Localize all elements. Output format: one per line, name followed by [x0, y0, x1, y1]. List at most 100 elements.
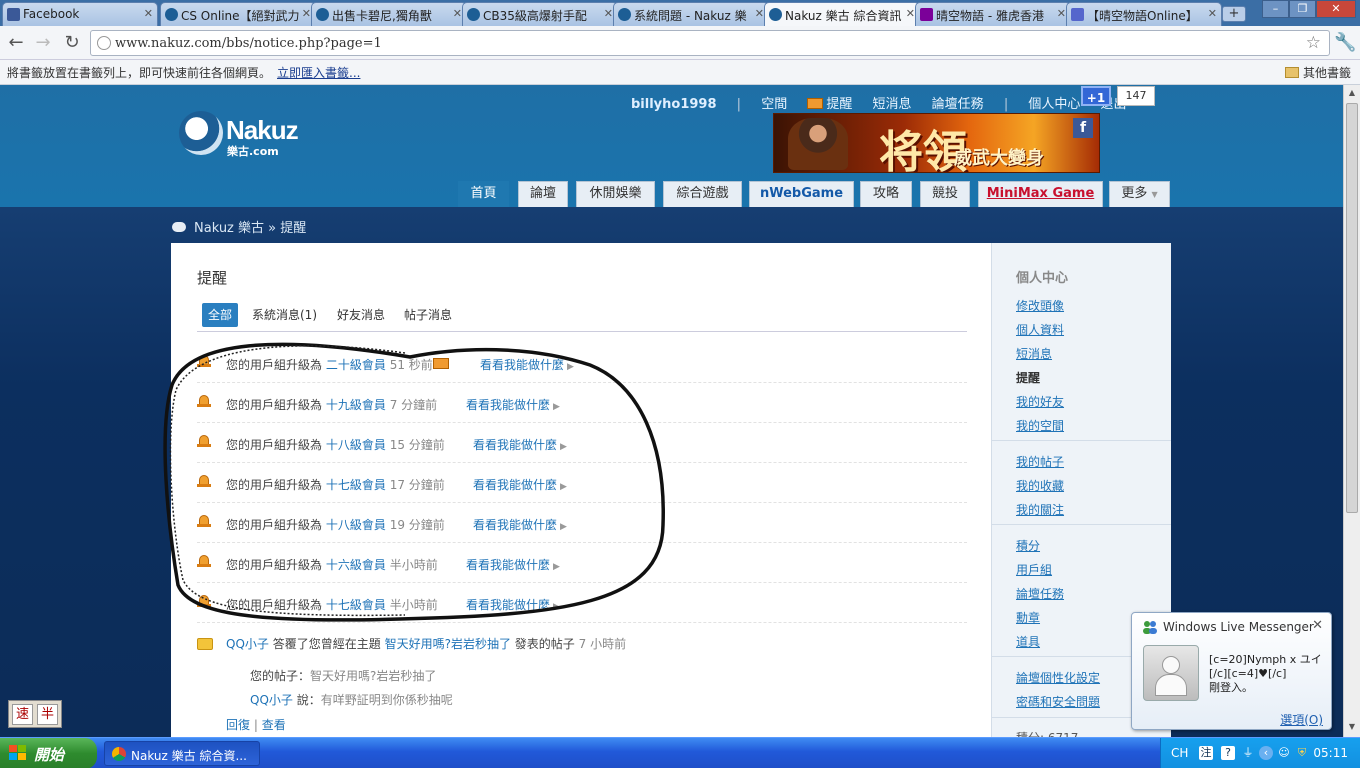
facebook-icon[interactable]: f [1073, 118, 1093, 138]
sidebar-item-reminder[interactable]: 提醒 [1016, 369, 1040, 386]
sidebar-item-space[interactable]: 我的空間 [1016, 417, 1064, 434]
messenger-notification[interactable]: Windows Live Messenger ✕ [c=20]Nymph x ユ… [1131, 612, 1332, 730]
scroll-up-icon[interactable]: ▲ [1346, 88, 1358, 100]
close-icon[interactable]: ✕ [302, 7, 311, 20]
space-link[interactable]: 空間 [761, 97, 787, 112]
sidebar-item-following[interactable]: 我的關注 [1016, 501, 1064, 518]
network-icon[interactable]: ⏚ [1241, 746, 1255, 760]
wrench-icon[interactable]: 🔧 [1334, 32, 1356, 54]
sidebar-item-avatar[interactable]: 修改頭像 [1016, 297, 1064, 314]
username-link[interactable]: billyho1998 [631, 97, 717, 112]
close-icon[interactable]: ✕ [144, 7, 153, 20]
ime-mode-button[interactable]: 速 [12, 704, 33, 725]
what-can-i-do-link[interactable]: 看看我能做什麼 ▶ [480, 356, 574, 373]
messenger-tray-icon[interactable]: ☺ [1277, 746, 1291, 760]
nav-minimax-game[interactable]: MiniMax Game [978, 181, 1103, 207]
scroll-thumb[interactable] [1346, 103, 1358, 513]
other-bookmarks[interactable]: 其他書籤 [1284, 64, 1351, 81]
what-can-i-do-link[interactable]: 看看我能做什麼 ▶ [466, 556, 560, 573]
what-can-i-do-link[interactable]: 看看我能做什麼 ▶ [473, 436, 567, 453]
nav-home[interactable]: 首頁 [458, 181, 509, 207]
minimize-button[interactable]: – [1262, 0, 1289, 18]
close-icon[interactable]: ✕ [1208, 7, 1217, 20]
reply-link[interactable]: 回復 [226, 718, 250, 732]
browser-tab-sale[interactable]: 出售卡碧尼,獨角獸 ✕ [311, 2, 467, 26]
view-link[interactable]: 查看 [262, 718, 286, 732]
group-link[interactable]: 十九級會員 [326, 398, 386, 412]
sidebar-item-my-posts[interactable]: 我的帖子 [1016, 453, 1064, 470]
nav-nwebgame[interactable]: nWebGame [749, 181, 854, 207]
tab-all[interactable]: 全部 [202, 303, 239, 327]
browser-tab-nakuz-active[interactable]: Nakuz 樂古 綜合資訊 ✕ [764, 2, 920, 27]
sidebar-item-short-message[interactable]: 短消息 [1016, 345, 1052, 362]
browser-tab-sky[interactable]: 【晴空物語Online】 ✕ [1066, 2, 1222, 26]
browser-tab-facebook[interactable]: Facebook ✕ [2, 2, 158, 26]
scroll-down-icon[interactable]: ▼ [1346, 722, 1358, 734]
google-plusone-button[interactable]: +1 [1081, 86, 1111, 106]
tab-friend-messages[interactable]: 好友消息 [331, 303, 391, 327]
nav-auction[interactable]: 競投 [920, 181, 970, 207]
nav-games[interactable]: 綜合遊戲 [663, 181, 742, 207]
site-logo[interactable]: Nakuz 樂古.com [179, 111, 319, 159]
nav-more[interactable]: 更多 ▼ [1109, 181, 1170, 207]
group-link[interactable]: 十八級會員 [326, 518, 386, 532]
nav-forum[interactable]: 論壇 [518, 181, 568, 207]
taskbar-chrome-window[interactable]: Nakuz 樂古 綜合資... [104, 741, 260, 766]
new-tab-button[interactable]: + [1222, 6, 1246, 22]
sidebar-item-medals[interactable]: 勳章 [1016, 609, 1040, 626]
reminder-link[interactable]: 提醒 [807, 97, 852, 112]
sidebar-item-points[interactable]: 積分 [1016, 537, 1040, 554]
maximize-button[interactable]: ❐ [1289, 0, 1316, 18]
help-icon[interactable]: ? [1221, 746, 1235, 760]
language-indicator[interactable]: CH [1171, 746, 1188, 760]
forum-tasks-link[interactable]: 論壇任務 [932, 97, 984, 112]
nav-leisure[interactable]: 休閒娛樂 [576, 181, 655, 207]
short-message-link[interactable]: 短消息 [873, 97, 912, 112]
ime-width-button[interactable]: 半 [37, 704, 58, 725]
group-link[interactable]: 十六級會員 [326, 558, 386, 572]
what-can-i-do-link[interactable]: 看看我能做什麼 ▶ [466, 596, 560, 613]
address-bar[interactable]: www.nakuz.com/bbs/notice.php?page=1 ☆ [90, 30, 1330, 56]
browser-tab-cs-online[interactable]: CS Online【絕對武力 ✕ [160, 2, 316, 26]
close-icon[interactable]: ✕ [906, 7, 915, 20]
close-icon[interactable]: ✕ [604, 7, 613, 20]
options-link[interactable]: 選項(O) [1280, 711, 1323, 728]
tab-post-messages[interactable]: 帖子消息 [398, 303, 458, 327]
group-link[interactable]: 十八級會員 [326, 438, 386, 452]
keyboard-icon[interactable]: 注 [1199, 746, 1213, 760]
close-icon[interactable]: ✕ [1057, 7, 1066, 20]
reply-user-link[interactable]: QQ小子 [226, 637, 269, 651]
thread-link[interactable]: 智天好用嗎?岩岩秒抽了 [385, 637, 511, 651]
close-icon[interactable]: ✕ [453, 7, 462, 20]
browser-tab-yahoo[interactable]: 晴空物語 - 雅虎香港 ✕ [915, 2, 1071, 26]
browser-tab-cb35[interactable]: CB35級高爆射手配 ✕ [462, 2, 618, 26]
browser-tab-system[interactable]: 系統問題 - Nakuz 樂 ✕ [613, 2, 769, 26]
sidebar-item-favorites[interactable]: 我的收藏 [1016, 477, 1064, 494]
group-link[interactable]: 十七級會員 [326, 478, 386, 492]
close-window-button[interactable]: ✕ [1316, 0, 1356, 18]
personal-center-link[interactable]: 個人中心 [1028, 97, 1080, 112]
tab-system-messages[interactable]: 系統消息(1) [246, 303, 323, 327]
clock[interactable]: 05:11 [1313, 746, 1348, 760]
group-link[interactable]: 二十級會員 [326, 358, 386, 372]
forward-icon[interactable]: → [32, 32, 54, 54]
nav-guides[interactable]: 攻略 [860, 181, 912, 207]
vertical-scrollbar[interactable]: ▲ ▼ [1343, 85, 1360, 737]
sidebar-item-user-group[interactable]: 用戶組 [1016, 561, 1052, 578]
close-icon[interactable]: ✕ [1312, 618, 1323, 633]
what-can-i-do-link[interactable]: 看看我能做什麼 ▶ [473, 476, 567, 493]
import-bookmarks-link[interactable]: 立即匯入書籤... [277, 64, 360, 81]
start-button[interactable]: 開始 [0, 738, 97, 768]
reload-icon[interactable]: ↻ [61, 32, 83, 54]
breadcrumb-current[interactable]: 提醒 [280, 221, 306, 236]
sidebar-item-personalize[interactable]: 論壇個性化設定 [1016, 669, 1100, 686]
ad-banner[interactable]: 将領 威武大變身 f [773, 113, 1100, 173]
said-user-link[interactable]: QQ小子 [250, 693, 293, 707]
sidebar-item-profile[interactable]: 個人資料 [1016, 321, 1064, 338]
breadcrumb-home[interactable]: Nakuz 樂古 [194, 221, 264, 236]
what-can-i-do-link[interactable]: 看看我能做什麼 ▶ [473, 516, 567, 533]
arrow-left-icon[interactable]: ‹ [1259, 746, 1273, 760]
sidebar-item-friends[interactable]: 我的好友 [1016, 393, 1064, 410]
close-icon[interactable]: ✕ [755, 7, 764, 20]
group-link[interactable]: 十七級會員 [326, 598, 386, 612]
